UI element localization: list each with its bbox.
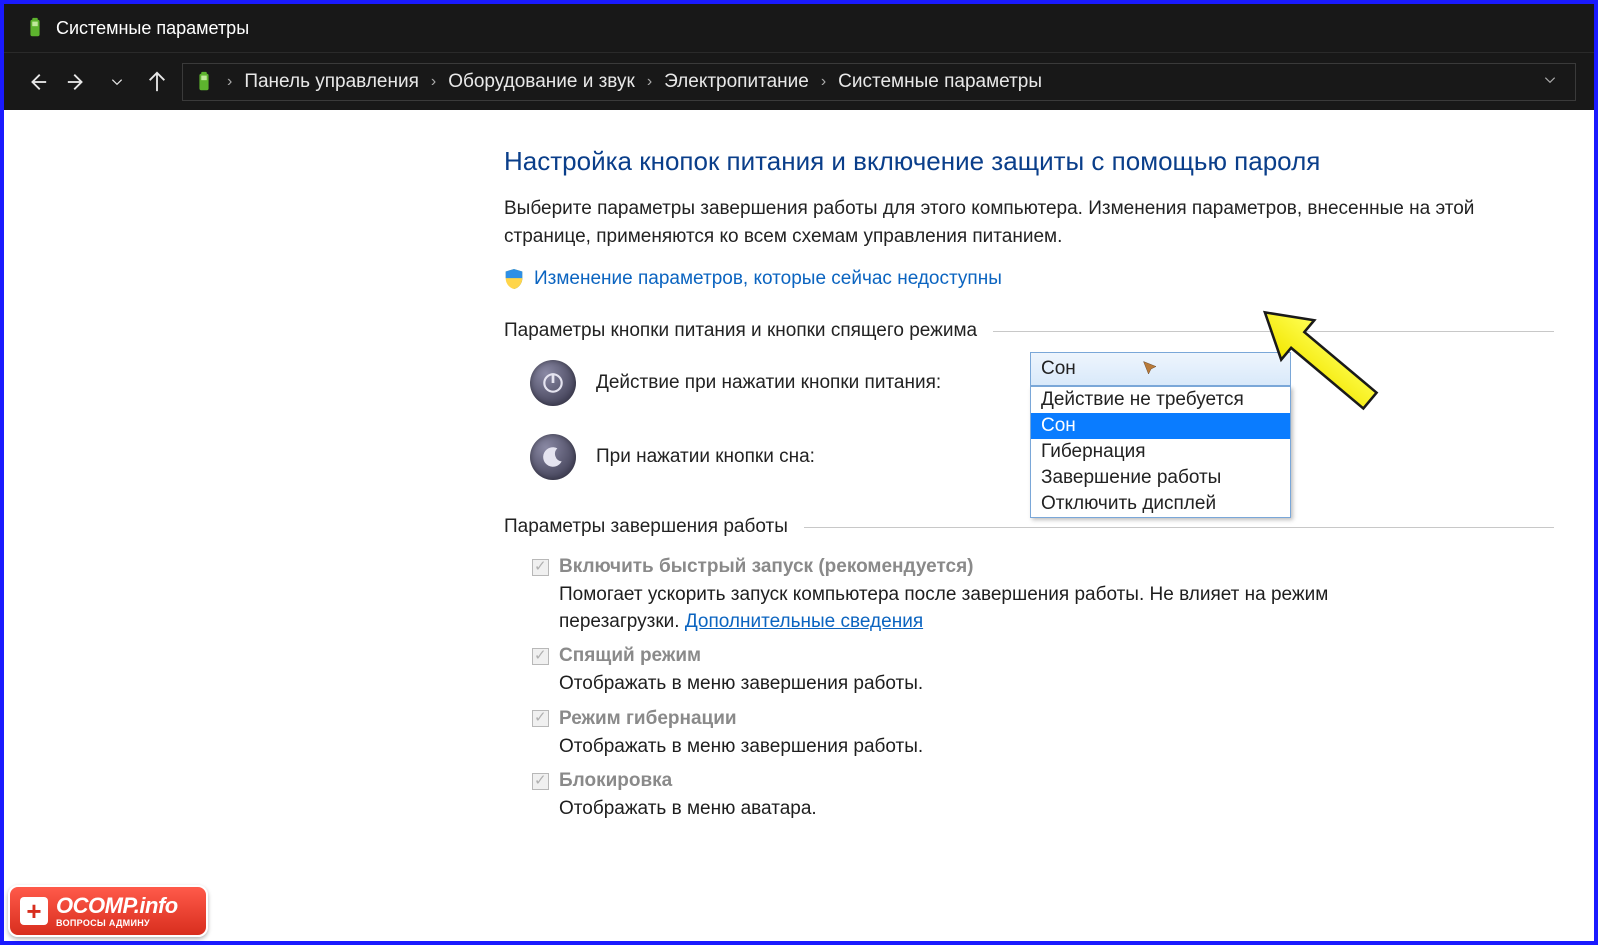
sleep-button-row: При нажатии кнопки сна: (530, 434, 1554, 480)
hibernate-item: Режим гибернации Отображать в меню завер… (532, 708, 1554, 761)
breadcrumb-item[interactable]: Электропитание (664, 71, 809, 93)
battery-icon (24, 17, 46, 39)
cursor-icon (1141, 359, 1161, 384)
more-info-link[interactable]: Дополнительные сведения (685, 611, 923, 632)
nav-forward-button[interactable] (62, 67, 92, 97)
dropdown-option[interactable]: Отключить дисплей (1031, 491, 1290, 517)
chevron-right-icon[interactable]: › (223, 73, 236, 91)
address-bar[interactable]: › Панель управления › Оборудование и зву… (182, 63, 1576, 101)
power-button-label: Действие при нажатии кнопки питания: (596, 372, 996, 394)
nav-back-button[interactable] (22, 67, 52, 97)
nav-recent-dropdown[interactable] (102, 67, 132, 97)
chevron-right-icon[interactable]: › (427, 73, 440, 91)
chevron-right-icon[interactable]: › (643, 73, 656, 91)
fast-startup-item: Включить быстрый запуск (рекомендуется) … (532, 556, 1554, 635)
plus-icon: + (20, 897, 48, 925)
hibernate-checkbox (532, 710, 549, 727)
window-titlebar: Системные параметры (4, 4, 1594, 52)
power-icon (530, 360, 576, 406)
lock-checkbox (532, 773, 549, 790)
breadcrumb-item[interactable]: Панель управления (244, 71, 419, 93)
change-unavailable-link[interactable]: Изменение параметров, которые сейчас нед… (504, 268, 1554, 290)
chevron-right-icon[interactable]: › (817, 73, 830, 91)
breadcrumb-item[interactable]: Системные параметры (838, 71, 1042, 93)
moon-icon (530, 434, 576, 480)
window-title: Системные параметры (56, 18, 249, 39)
page-description: Выберите параметры завершения работы для… (504, 195, 1484, 250)
change-unavailable-link-text: Изменение параметров, которые сейчас нед… (534, 268, 1002, 290)
explorer-navbar: › Панель управления › Оборудование и зву… (4, 52, 1594, 110)
sleep-mode-item: Спящий режим Отображать в меню завершени… (532, 645, 1554, 698)
breadcrumb-item[interactable]: Оборудование и звук (448, 71, 635, 93)
watermark-badge: + OCOMP.info ВОПРОСЫ АДМИНУ (8, 885, 208, 937)
fast-startup-checkbox (532, 559, 549, 576)
shield-icon (504, 268, 524, 290)
battery-icon (193, 71, 215, 93)
fast-startup-desc: Помогает ускорить запуск компьютера посл… (559, 582, 1439, 635)
sleep-checkbox (532, 648, 549, 665)
lock-item: Блокировка Отображать в меню аватара. (532, 770, 1554, 823)
page-title: Настройка кнопок питания и включение защ… (504, 146, 1554, 177)
power-button-row: Действие при нажатии кнопки питания: Сон… (530, 360, 1554, 406)
nav-up-button[interactable] (142, 67, 172, 97)
chevron-down-icon[interactable] (1535, 71, 1565, 93)
content-pane: Настройка кнопок питания и включение защ… (4, 110, 1594, 941)
section-header-shutdown: Параметры завершения работы (504, 516, 1554, 538)
dropdown-option[interactable]: Действие не требуется (1031, 387, 1290, 413)
sleep-button-label: При нажатии кнопки сна: (596, 446, 996, 468)
section-header-buttons: Параметры кнопки питания и кнопки спящег… (504, 320, 1554, 342)
power-action-dropdown[interactable]: Сон (1030, 352, 1291, 386)
